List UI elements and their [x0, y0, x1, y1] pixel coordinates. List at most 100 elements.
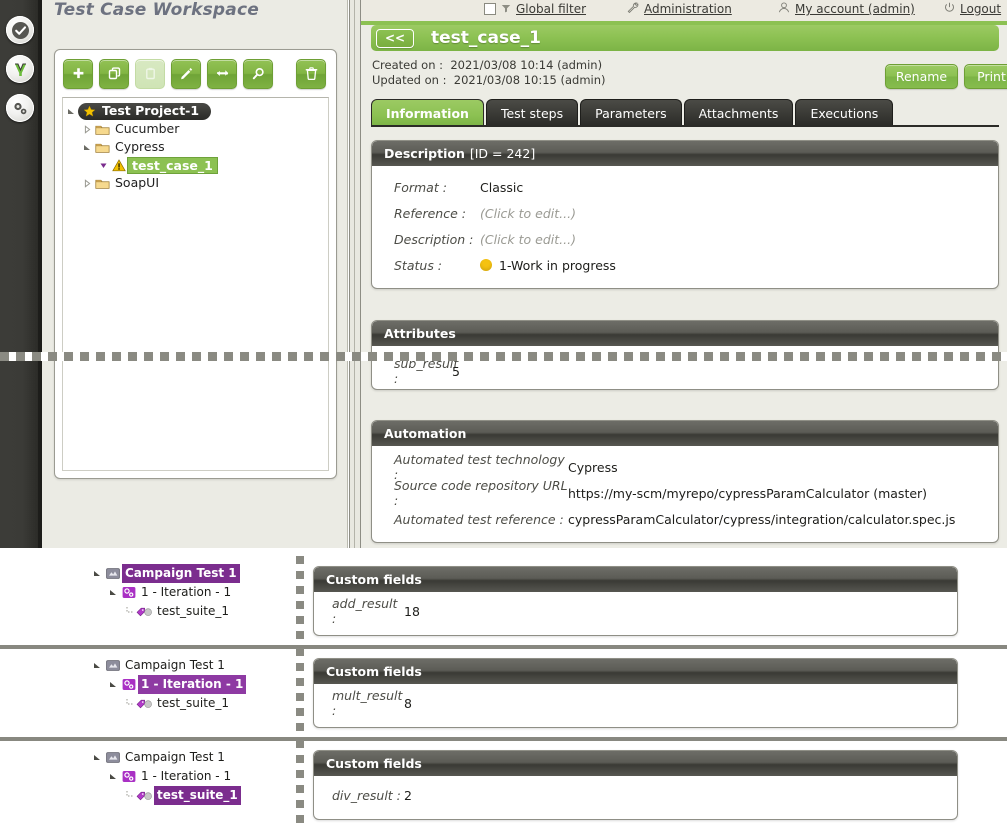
expand-collapse-icon[interactable] — [97, 156, 110, 174]
project-tree[interactable]: Test Project-1 Cucumber — [62, 97, 329, 471]
mini-tree-node-campaign[interactable]: Campaign Test 1 — [90, 564, 290, 583]
print-button[interactable]: Print — [964, 64, 1007, 89]
global-filter-link[interactable]: Global filter — [516, 2, 586, 16]
rename-button[interactable]: Rename — [885, 64, 958, 89]
expand-collapse-icon[interactable] — [65, 102, 78, 120]
expand-collapse-icon[interactable] — [106, 772, 120, 781]
field-value[interactable]: 18 — [404, 604, 420, 619]
expand-collapse-icon[interactable] — [106, 680, 120, 689]
filter-funnel-icon[interactable] — [501, 2, 511, 16]
back-button[interactable]: << — [376, 29, 414, 48]
rename-pencil-button[interactable] — [171, 59, 201, 89]
folder-icon — [94, 175, 111, 191]
tab-executions[interactable]: Executions — [795, 99, 893, 126]
tree-node-test-case-1[interactable]: test_case_1 — [63, 156, 328, 174]
expand-collapse-icon[interactable] — [81, 120, 94, 138]
field-row: Reference : (Click to edit...) — [372, 200, 998, 226]
created-on-value: 2021/03/08 10:14 (admin) — [450, 58, 602, 72]
automation-panel: Automation Automated test technology : C… — [371, 420, 999, 543]
field-value[interactable]: (Click to edit...) — [480, 206, 576, 221]
field-row: mult_result : 8 — [314, 690, 957, 716]
field-value[interactable]: 2 — [404, 788, 412, 803]
iteration-icon — [120, 769, 138, 785]
status-badge[interactable]: 1-Work in progress — [499, 258, 616, 273]
field-label: add_result : — [314, 596, 404, 626]
mini-tree-node-test-suite[interactable]: test_suite_1 — [90, 694, 290, 713]
expand-collapse-icon[interactable] — [106, 588, 120, 597]
field-row: Description : (Click to edit...) — [372, 226, 998, 252]
add-button[interactable] — [63, 59, 93, 89]
wrench-icon[interactable] — [627, 2, 639, 16]
expand-collapse-icon[interactable] — [90, 753, 104, 762]
mini-tree-node-campaign[interactable]: Campaign Test 1 — [90, 748, 290, 767]
field-value[interactable]: (Click to edit...) — [480, 232, 576, 247]
field-row: add_result : 18 — [314, 598, 957, 624]
administration-group[interactable]: Administration — [627, 2, 732, 16]
page-title: test_case_1 — [431, 28, 541, 48]
mini-tree-node-iteration[interactable]: 1 - Iteration - 1 — [90, 767, 290, 786]
description-panel: Description [ID = 242] Format : Classic … — [371, 140, 999, 289]
field-value[interactable]: 8 — [404, 696, 412, 711]
expand-collapse-icon[interactable] — [90, 661, 104, 670]
field-label: Format : — [372, 180, 480, 195]
iteration-icon — [120, 677, 138, 693]
mini-tree-node-label: 1 - Iteration - 1 — [138, 583, 234, 602]
expand-collapse-icon[interactable] — [90, 569, 104, 578]
mini-tree-node-label: Campaign Test 1 — [122, 564, 240, 583]
checkmark-circle-icon[interactable] — [6, 16, 34, 44]
campaign-tree-3[interactable]: Campaign Test 1 1 - Iteration - 1 — [90, 748, 290, 805]
tab-attachments[interactable]: Attachments — [684, 99, 794, 126]
delete-button[interactable] — [296, 59, 326, 89]
expand-collapse-icon[interactable] — [81, 174, 94, 192]
field-value[interactable]: cypressParamCalculator/cypress/integrati… — [568, 512, 955, 527]
field-value[interactable]: 5 — [452, 364, 460, 379]
test-suite-icon — [136, 696, 154, 712]
my-account-link[interactable]: My account (admin) — [795, 2, 915, 16]
power-icon[interactable] — [944, 2, 955, 16]
tree-node-cucumber[interactable]: Cucumber — [63, 120, 328, 138]
campaign-tree-2[interactable]: Campaign Test 1 1 - Iteration - 1 — [90, 656, 290, 713]
updated-on-label: Updated on : — [372, 73, 446, 87]
tree-node-test-project-1[interactable]: Test Project-1 — [63, 102, 328, 120]
top-region: Test Case Workspace — [0, 0, 1007, 548]
mini-tree-node-iteration[interactable]: 1 - Iteration - 1 — [90, 583, 290, 602]
expand-collapse-icon[interactable] — [81, 138, 94, 156]
move-button[interactable] — [207, 59, 237, 89]
campaign-funnel-icon[interactable] — [6, 55, 34, 83]
custom-fields-header: Custom fields — [314, 751, 957, 776]
campaign-tree-1[interactable]: Campaign Test 1 1 - Iteration - 1 — [90, 564, 290, 621]
logout-group[interactable]: Logout — [944, 2, 1001, 16]
tree-node-label: SoapUI — [111, 174, 163, 192]
field-value[interactable]: Cypress — [568, 460, 618, 475]
tree-node-cypress[interactable]: Cypress — [63, 138, 328, 156]
mini-tree-node-test-suite[interactable]: test_suite_1 — [90, 602, 290, 621]
my-account-group[interactable]: My account (admin) — [778, 2, 915, 16]
global-filter-checkbox[interactable] — [484, 3, 496, 15]
tree-node-label: Cypress — [111, 138, 169, 156]
tab-test-steps[interactable]: Test steps — [486, 99, 578, 126]
tab-underline — [371, 125, 999, 127]
copy-button[interactable] — [99, 59, 129, 89]
field-value[interactable]: https://my-scm/myrepo/cypressParamCalcul… — [568, 486, 927, 501]
custom-fields-header: Custom fields — [314, 567, 957, 592]
tree-container: Test Project-1 Cucumber — [54, 49, 337, 479]
tab-information[interactable]: Information — [371, 99, 484, 126]
workspace-title: Test Case Workspace — [54, 0, 259, 20]
logout-link[interactable]: Logout — [960, 2, 1001, 16]
global-filter-group[interactable]: Global filter — [484, 2, 586, 16]
search-button[interactable] — [243, 59, 273, 89]
mini-tree-node-iteration[interactable]: 1 - Iteration - 1 — [90, 675, 290, 694]
field-row: sub_result : 5 — [372, 358, 998, 384]
gears-icon[interactable] — [6, 94, 34, 122]
tab-parameters[interactable]: Parameters — [580, 99, 682, 126]
attributes-panel-title: Attributes — [384, 326, 456, 341]
administration-link[interactable]: Administration — [644, 2, 732, 16]
user-icon[interactable] — [778, 2, 790, 16]
custom-fields-header: Custom fields — [314, 659, 957, 684]
panel-splitter[interactable] — [349, 0, 361, 548]
tree-node-soapui[interactable]: SoapUI — [63, 174, 328, 192]
tree-node-label: test_case_1 — [127, 157, 218, 174]
mini-tree-node-test-suite[interactable]: test_suite_1 — [90, 786, 290, 805]
field-value[interactable]: Classic — [480, 180, 523, 195]
mini-tree-node-campaign[interactable]: Campaign Test 1 — [90, 656, 290, 675]
